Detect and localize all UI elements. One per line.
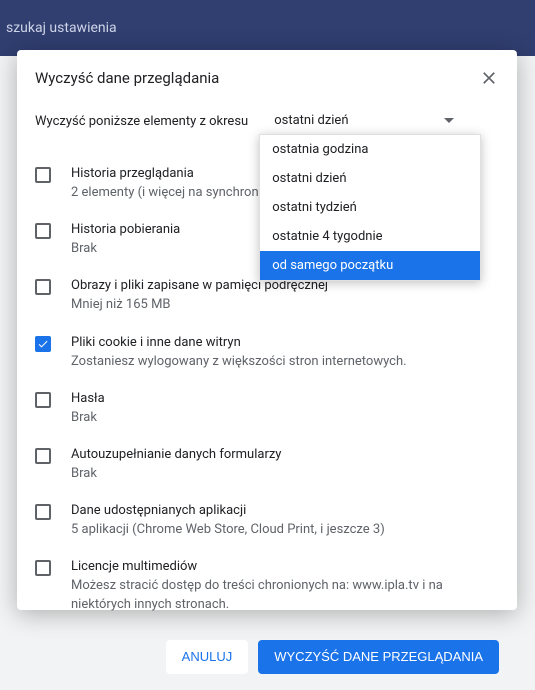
- item-text: Pliki cookie i inne dane witryn Zostanies…: [71, 335, 499, 371]
- list-item: Licencje multimediów Możesz stracić dostę…: [35, 549, 499, 623]
- checkbox-wrap: [35, 503, 71, 520]
- item-title: Licencje multimediów: [71, 559, 499, 574]
- item-title: Pliki cookie i inne dane witryn: [71, 335, 499, 350]
- checkbox-wrap: [35, 166, 71, 183]
- dialog-body: Wyczyść poniższe elementy z okresu ostat…: [17, 102, 517, 624]
- time-range-label: Wyczyść poniższe elementy z okresu: [35, 114, 248, 129]
- list-item: Pliki cookie i inne dane witryn Zostanies…: [35, 325, 499, 381]
- item-subtitle: Brak: [71, 409, 499, 427]
- dropdown-value: ostatni dzień: [274, 113, 348, 128]
- checkbox[interactable]: [35, 504, 51, 520]
- list-item: Hasła Brak: [35, 381, 499, 437]
- list-item: Dane udostępnianych aplikacji 5 aplikacji…: [35, 493, 499, 549]
- dropdown-option[interactable]: od samego początku: [260, 251, 480, 280]
- item-title: Hasła: [71, 391, 499, 406]
- dropdown-option[interactable]: ostatni tydzień: [260, 193, 480, 222]
- close-button[interactable]: [479, 68, 499, 88]
- close-icon: [479, 68, 499, 88]
- item-title: Autouzupełnianie danych formularzy: [71, 447, 499, 462]
- checkbox[interactable]: [35, 560, 51, 576]
- checkbox-wrap: [35, 391, 71, 408]
- dropdown-menu[interactable]: ostatnia godzinaostatni dzieńostatni tyd…: [259, 134, 481, 281]
- item-subtitle: 5 aplikacji (Chrome Web Store, Cloud Pri…: [71, 521, 499, 539]
- item-title: Dane udostępnianych aplikacji: [71, 503, 499, 518]
- checkbox[interactable]: [35, 448, 51, 464]
- item-subtitle: Zostaniesz wylogowany z większości stron…: [71, 353, 499, 371]
- checkbox[interactable]: [35, 392, 51, 408]
- confirm-button[interactable]: WYCZYŚĆ DANE PRZEGLĄDANIA: [258, 640, 499, 674]
- item-text: Hasła Brak: [71, 391, 499, 427]
- dropdown-trigger[interactable]: ostatni dzień: [264, 106, 464, 136]
- cancel-button[interactable]: ANULUJ: [166, 640, 249, 674]
- dropdown-option[interactable]: ostatnie 4 tygodnie: [260, 222, 480, 251]
- item-subtitle: Mniej niż 165 MB: [71, 296, 499, 314]
- dialog-titlebar: Wyczyść dane przeglądania: [17, 50, 517, 102]
- time-range-dropdown[interactable]: ostatni dzień ostatnia godzinaostatni dz…: [264, 106, 464, 136]
- dropdown-option[interactable]: ostatni dzień: [260, 164, 480, 193]
- checkbox-wrap: [35, 447, 71, 464]
- search-settings-text[interactable]: szukaj ustawienia: [6, 20, 117, 36]
- settings-header: szukaj ustawienia: [0, 0, 535, 56]
- item-text: Autouzupełnianie danych formularzy Brak: [71, 447, 499, 483]
- checkbox-wrap: [35, 559, 71, 576]
- item-text: Licencje multimediów Możesz stracić dostę…: [71, 559, 499, 613]
- checkbox[interactable]: [35, 167, 51, 183]
- check-icon: [37, 338, 49, 350]
- dropdown-option[interactable]: ostatnia godzina: [260, 135, 480, 164]
- checkbox-wrap: [35, 222, 71, 239]
- checkbox-wrap: [35, 335, 71, 352]
- dialog-title: Wyczyść dane przeglądania: [35, 69, 479, 87]
- dialog-buttons: ANULUJ WYCZYŚĆ DANE PRZEGLĄDANIA: [17, 624, 517, 690]
- item-subtitle: Brak: [71, 465, 499, 483]
- checkbox[interactable]: [35, 223, 51, 239]
- checkbox[interactable]: [35, 279, 51, 295]
- checkbox[interactable]: [35, 336, 51, 352]
- item-text: Dane udostępnianych aplikacji 5 aplikacji…: [71, 503, 499, 539]
- checkbox-wrap: [35, 278, 71, 295]
- time-range-row: Wyczyść poniższe elementy z okresu ostat…: [35, 106, 499, 136]
- clear-browsing-data-dialog: Wyczyść dane przeglądania Wyczyść poniżs…: [17, 50, 517, 610]
- item-subtitle: Możesz stracić dostęp do treści chronion…: [71, 577, 499, 613]
- item-text: Obrazy i pliki zapisane w pamięci podręc…: [71, 278, 499, 314]
- chevron-down-icon: [444, 118, 454, 123]
- list-item: Autouzupełnianie danych formularzy Brak: [35, 437, 499, 493]
